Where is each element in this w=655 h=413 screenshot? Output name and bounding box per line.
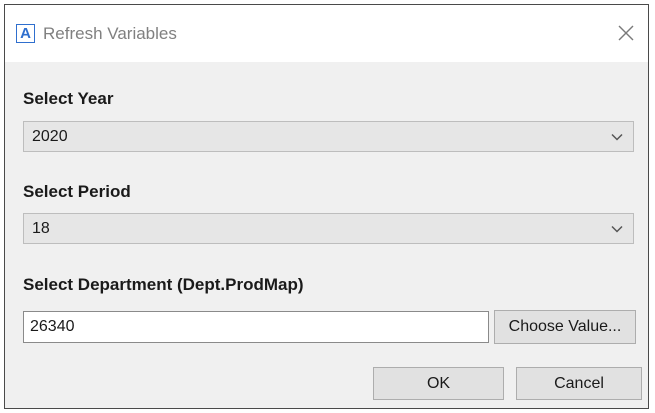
select-department-label: Select Department (Dept.ProdMap) (23, 275, 304, 294)
close-button[interactable] (612, 19, 640, 47)
cancel-button[interactable]: Cancel (516, 367, 642, 400)
year-selected-value: 2020 (32, 128, 68, 145)
select-period-label: Select Period (23, 182, 131, 201)
window-title: Refresh Variables (43, 24, 177, 43)
department-input[interactable] (23, 311, 489, 343)
app-logo-icon: A (16, 24, 35, 43)
title-bar[interactable]: A Refresh Variables (5, 5, 648, 62)
select-year-label: Select Year (23, 89, 114, 108)
year-dropdown[interactable]: 2020 (23, 121, 634, 152)
refresh-variables-dialog: A Refresh Variables Select Year 2020 Sel… (4, 4, 649, 409)
close-icon (618, 25, 634, 41)
ok-button[interactable]: OK (373, 367, 504, 400)
period-selected-value: 18 (32, 220, 50, 237)
chevron-down-icon (611, 133, 623, 141)
chevron-down-icon (611, 225, 623, 233)
choose-value-button[interactable]: Choose Value... (494, 310, 636, 344)
period-dropdown[interactable]: 18 (23, 213, 634, 244)
